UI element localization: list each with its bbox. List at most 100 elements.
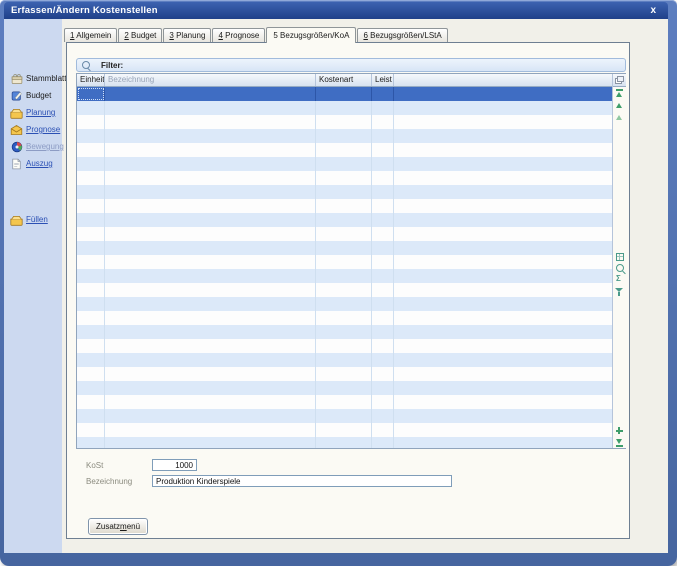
- table-cell: [105, 227, 316, 241]
- table-cell: [394, 241, 612, 255]
- table-row[interactable]: [77, 395, 612, 409]
- column-header-einheit[interactable]: Einheit: [77, 74, 105, 86]
- table-cell: [105, 199, 316, 213]
- table-cell: [372, 171, 394, 185]
- table-row[interactable]: [77, 367, 612, 381]
- grid-icon[interactable]: [616, 253, 624, 261]
- filter-label: Filter:: [101, 61, 123, 70]
- table-row[interactable]: [77, 157, 612, 171]
- table-cell: [105, 115, 316, 129]
- filter-funnel-icon[interactable]: [615, 287, 624, 296]
- sidebar-item-stammblatt[interactable]: Stammblatt: [4, 70, 62, 87]
- table-cell: [105, 381, 316, 395]
- table-row[interactable]: [77, 339, 612, 353]
- table-row[interactable]: [77, 241, 612, 255]
- sidebar-item-label: Bewegung: [26, 142, 64, 151]
- sidebar-item-auszug[interactable]: Auszug: [4, 155, 62, 172]
- table-cell: [77, 101, 105, 115]
- table-cell: [394, 269, 612, 283]
- table-row[interactable]: [77, 409, 612, 423]
- table-cell: [105, 213, 316, 227]
- table-cell: [316, 339, 372, 353]
- table-row[interactable]: [77, 437, 612, 448]
- fuellen-icon: [10, 213, 23, 226]
- table-row[interactable]: [77, 143, 612, 157]
- prognose-icon: [10, 123, 23, 136]
- table-cell: [394, 423, 612, 437]
- table-row-selected[interactable]: [77, 87, 612, 101]
- table-row[interactable]: [77, 101, 612, 115]
- table-row[interactable]: [77, 255, 612, 269]
- sidebar-item-budget[interactable]: Budget: [4, 87, 62, 104]
- tab-bezugsgroessen-koa[interactable]: 5 Bezugsgrößen/KoA: [266, 27, 356, 43]
- table-row[interactable]: [77, 353, 612, 367]
- table-cell: [105, 255, 316, 269]
- table-row[interactable]: [77, 129, 612, 143]
- tab-bar: 1 Allgemein2 Budget3 Planung4 Prognose5 …: [64, 27, 668, 42]
- rail-group-bottom: [615, 426, 624, 447]
- table-cell: [394, 255, 612, 269]
- column-options-icon[interactable]: [615, 76, 624, 84]
- table-row[interactable]: [77, 381, 612, 395]
- table-row[interactable]: [77, 213, 612, 227]
- table-row[interactable]: [77, 311, 612, 325]
- table-cell: [394, 87, 612, 101]
- table-cell: [372, 283, 394, 297]
- table-row[interactable]: [77, 115, 612, 129]
- tab-planung[interactable]: 3 Planung: [163, 28, 211, 42]
- bezeichnung-input[interactable]: [152, 475, 452, 487]
- table-cell: [316, 255, 372, 269]
- sidebar-item-label: Auszug: [26, 159, 53, 168]
- tab-allgemein[interactable]: 1 Allgemein: [64, 28, 117, 42]
- table-cell: [372, 353, 394, 367]
- table-cell: [372, 255, 394, 269]
- tab-bezugsgroessen-lsta[interactable]: 6 Bezugsgrößen/LStA: [357, 28, 447, 42]
- close-button[interactable]: x: [645, 5, 661, 16]
- sidebar: StammblattBudgetPlanungPrognose Bewegung A…: [4, 19, 62, 553]
- table-cell: [394, 367, 612, 381]
- scroll-bottom-icon[interactable]: [615, 438, 624, 447]
- table-cell: [372, 381, 394, 395]
- client-area: StammblattBudgetPlanungPrognose Bewegung A…: [4, 19, 668, 553]
- sidebar-item-fuellen[interactable]: Füllen: [4, 211, 62, 228]
- add-icon[interactable]: [615, 426, 624, 435]
- table-cell: [77, 171, 105, 185]
- sidebar-item-bewegung[interactable]: Bewegung: [4, 138, 62, 155]
- sidebar-item-prognose[interactable]: Prognose: [4, 121, 62, 138]
- sum-icon[interactable]: [615, 275, 624, 284]
- table-cell: [316, 325, 372, 339]
- filter-bar[interactable]: Filter:: [76, 58, 626, 72]
- table-cell: [394, 199, 612, 213]
- table-cell: [372, 241, 394, 255]
- tab-prognose[interactable]: 4 Prognose: [212, 28, 265, 42]
- table-cell: [77, 115, 105, 129]
- table-row[interactable]: [77, 325, 612, 339]
- table-row[interactable]: [77, 185, 612, 199]
- kost-input[interactable]: [152, 459, 197, 471]
- table-cell: [105, 241, 316, 255]
- table-row[interactable]: [77, 423, 612, 437]
- table-row[interactable]: [77, 171, 612, 185]
- column-header-kostenart[interactable]: Kostenart: [316, 74, 372, 86]
- table-row[interactable]: [77, 283, 612, 297]
- sidebar-item-planung[interactable]: Planung: [4, 104, 62, 121]
- column-header-empty[interactable]: [394, 74, 612, 86]
- column-header-bezeichnung[interactable]: Bezeichnung: [105, 74, 316, 86]
- table-row[interactable]: [77, 269, 612, 283]
- table-cell: [77, 339, 105, 353]
- table-row[interactable]: [77, 297, 612, 311]
- table-cell: [105, 311, 316, 325]
- table-cell: [316, 381, 372, 395]
- table-cell: [105, 437, 316, 448]
- scroll-top-icon[interactable]: [615, 89, 624, 98]
- zusatzmenu-button[interactable]: Zusatzmenü: [88, 518, 148, 535]
- table-row[interactable]: [77, 199, 612, 213]
- page-up-icon[interactable]: [615, 113, 624, 122]
- table-row[interactable]: [77, 227, 612, 241]
- row-up-icon[interactable]: [615, 101, 624, 110]
- table-cell: [394, 381, 612, 395]
- search-icon[interactable]: [616, 264, 624, 272]
- column-header-leist[interactable]: Leist: [372, 74, 394, 86]
- table-cell: [372, 129, 394, 143]
- tab-budget[interactable]: 2 Budget: [118, 28, 162, 42]
